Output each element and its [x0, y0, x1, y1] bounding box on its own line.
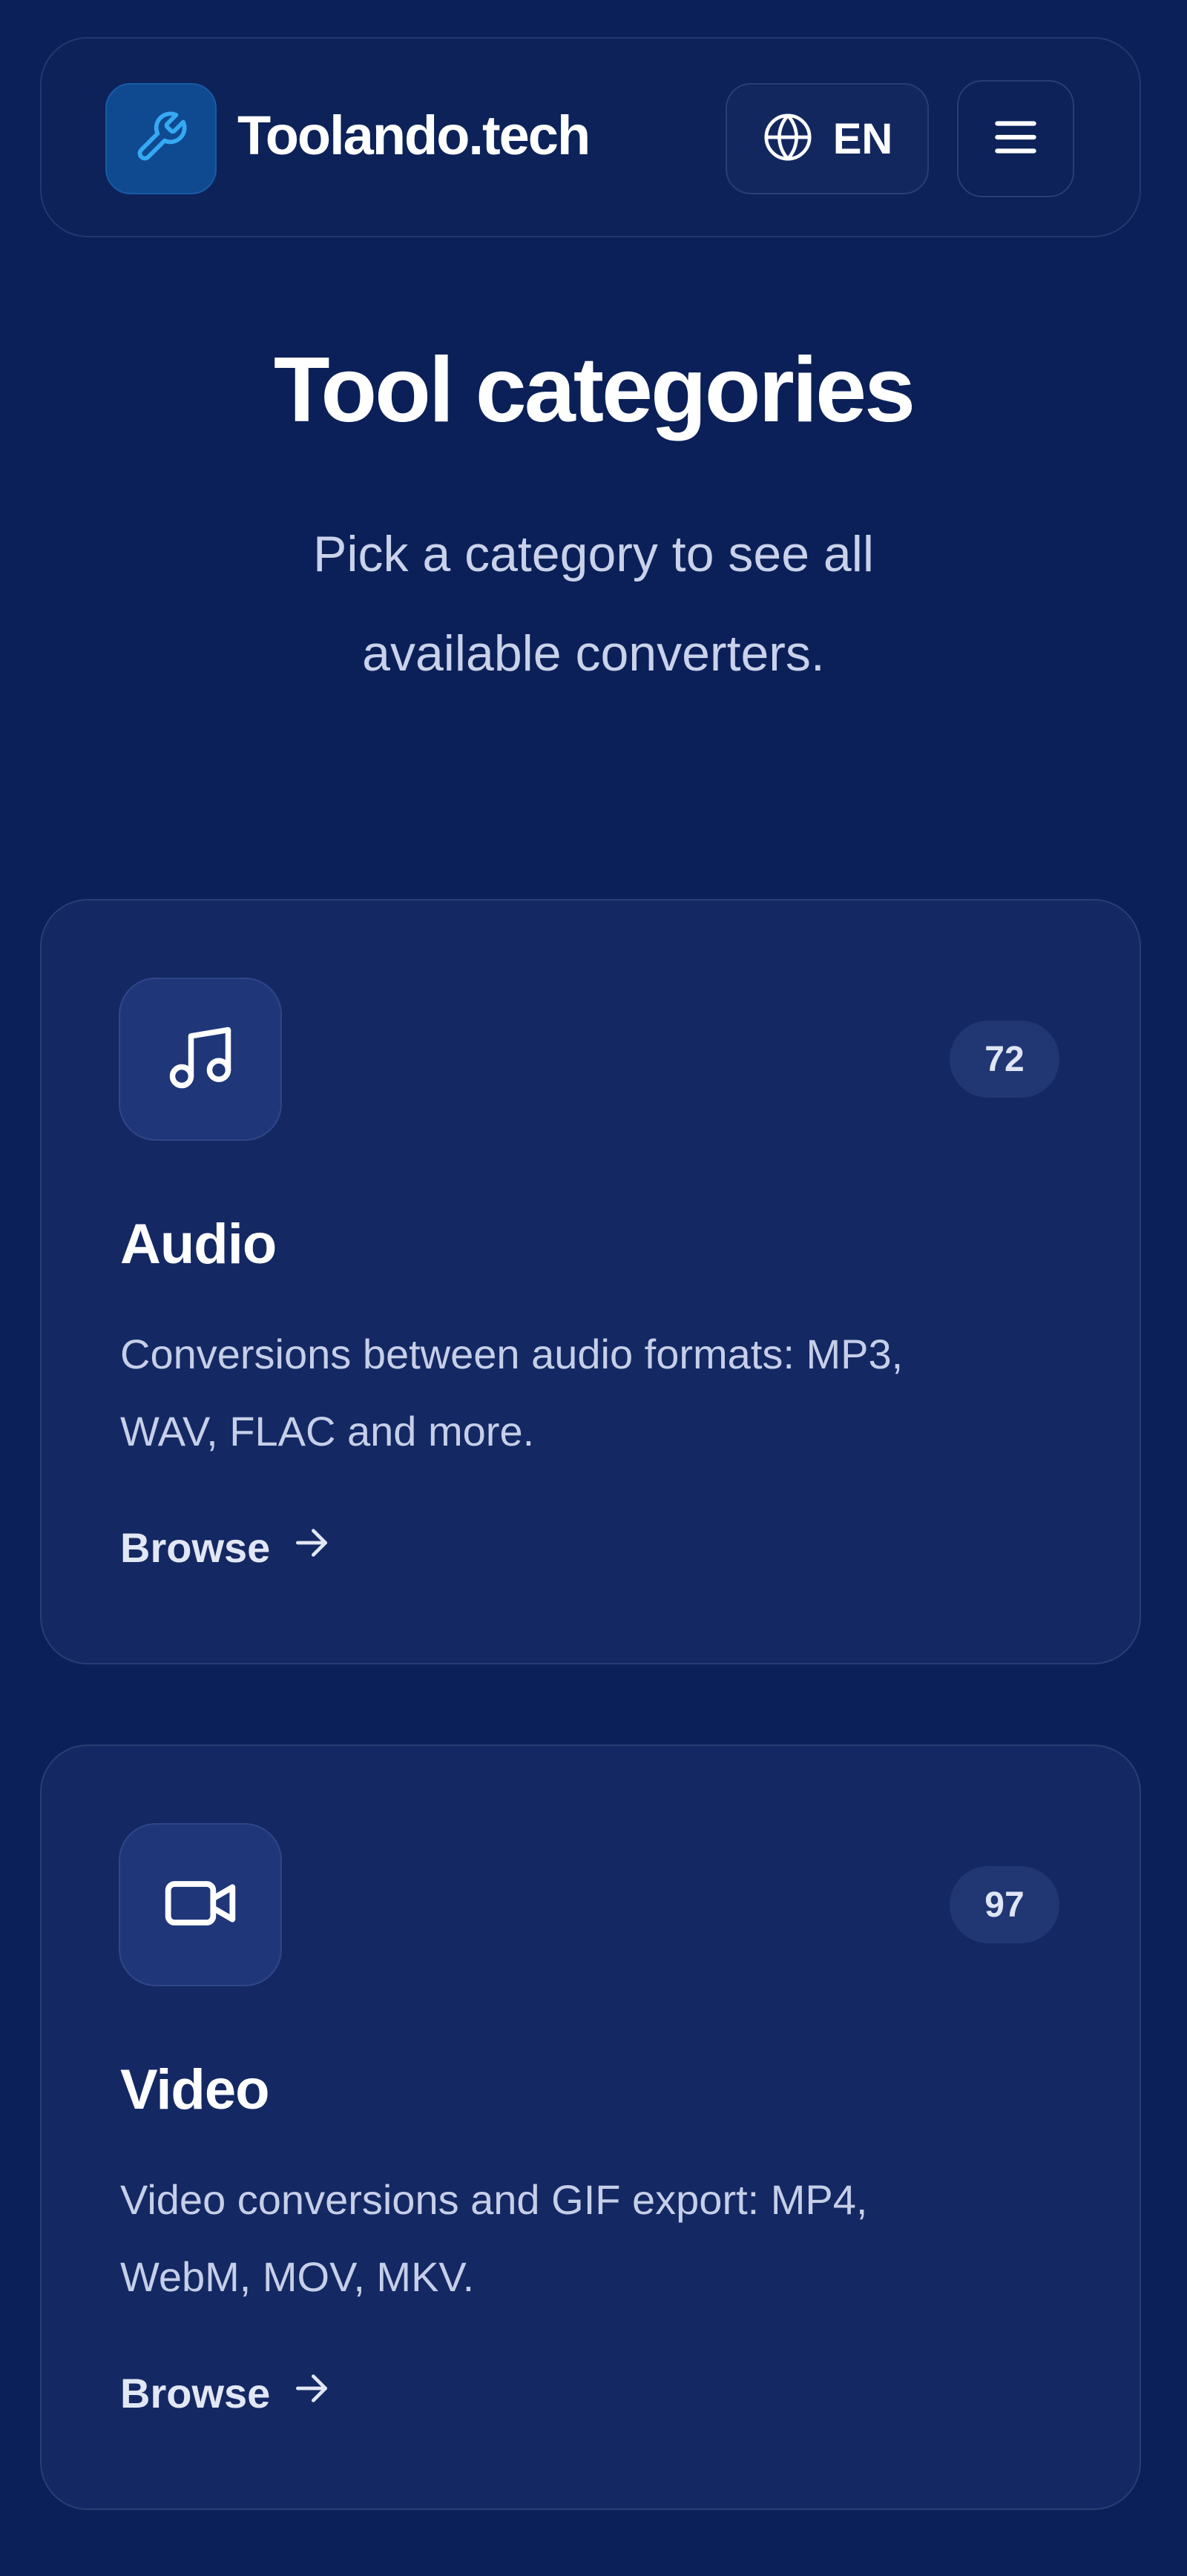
music-note-icon	[163, 1021, 237, 1098]
description-line: Conversions between audio formats: MP3,	[120, 1331, 904, 1377]
menu-button[interactable]	[957, 80, 1074, 197]
description-line: WAV, FLAC and more.	[120, 1408, 535, 1455]
page-title: Tool categories	[273, 339, 915, 441]
globe-icon	[762, 111, 814, 167]
page: Toolando.tech EN Tool categories Pick a …	[0, 0, 1187, 2576]
category-title: Audio	[120, 1213, 277, 1276]
language-selector-button[interactable]: EN	[726, 83, 929, 194]
brand-name[interactable]: Toolando.tech	[237, 104, 591, 167]
site-header: Toolando.tech EN	[40, 37, 1141, 237]
category-icon-box	[119, 978, 282, 1141]
browse-label: Browse	[120, 1524, 271, 1571]
video-camera-icon	[162, 1865, 239, 1946]
wrench-icon	[133, 109, 189, 169]
category-card-video[interactable]: 97 Video Video conversions and GIF expor…	[40, 1745, 1141, 2510]
category-title: Video	[120, 2058, 270, 2121]
subtitle-line: Pick a category to see all	[313, 526, 874, 582]
hamburger-menu-icon	[988, 110, 1043, 168]
arrow-right-icon	[291, 1522, 332, 1573]
arrow-right-icon	[291, 2368, 332, 2419]
category-icon-box	[119, 1823, 282, 1986]
tool-count-badge: 72	[950, 1021, 1059, 1098]
page-subtitle: Pick a category to see all available con…	[223, 504, 964, 703]
browse-link-video[interactable]: Browse	[120, 2368, 332, 2419]
description-line: Video conversions and GIF export: MP4,	[120, 2176, 868, 2223]
language-label: EN	[832, 114, 893, 163]
subtitle-line: available converters.	[362, 625, 825, 682]
browse-label: Browse	[120, 2370, 271, 2417]
description-line: WebM, MOV, MKV.	[120, 2253, 475, 2300]
logo-link[interactable]	[105, 83, 217, 194]
tool-count-badge: 97	[950, 1866, 1059, 1943]
category-description: Video conversions and GIF export: MP4, W…	[120, 2161, 1085, 2316]
category-description: Conversions between audio formats: MP3, …	[120, 1316, 1085, 1470]
category-card-audio[interactable]: 72 Audio Conversions between audio forma…	[40, 899, 1141, 1664]
browse-link-audio[interactable]: Browse	[120, 1522, 332, 1573]
